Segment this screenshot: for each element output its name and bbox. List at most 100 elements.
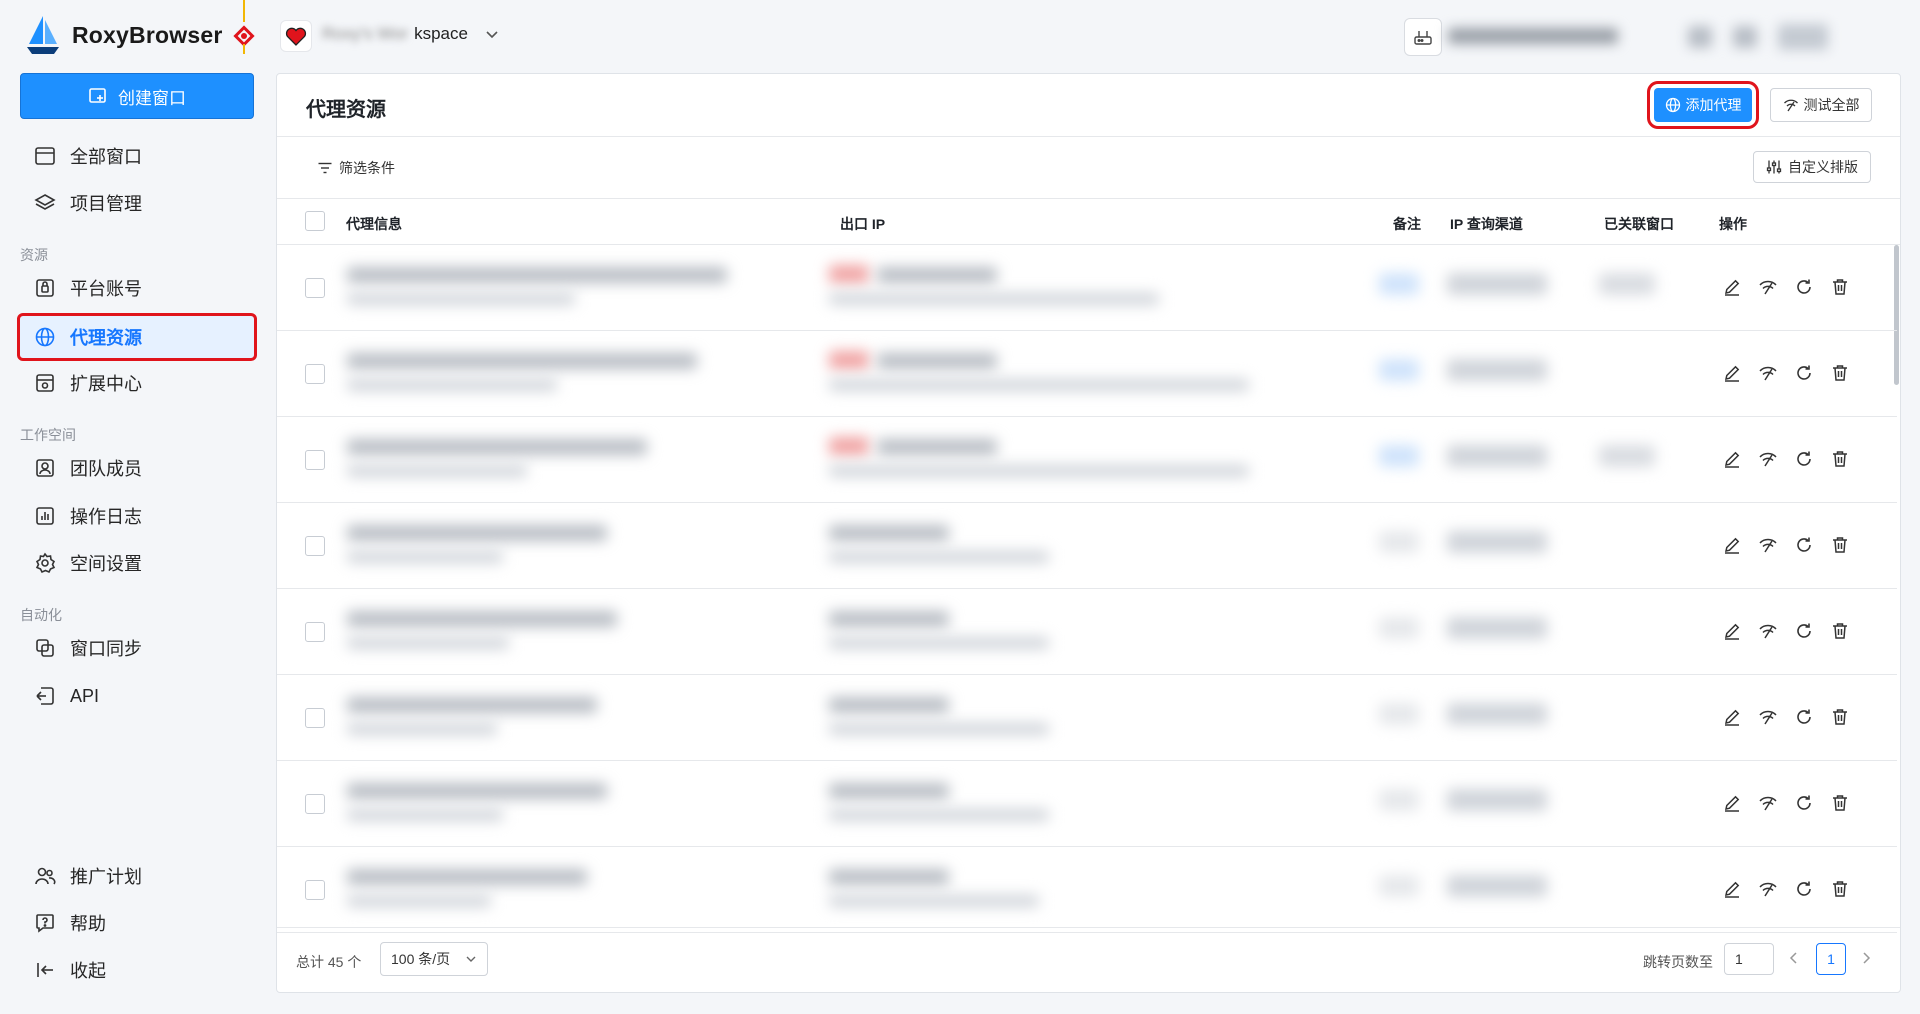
- column-ip-query-channel[interactable]: IP 查询渠道: [1450, 214, 1523, 234]
- users-icon: [35, 867, 56, 885]
- exit-ip-cell: [829, 525, 949, 541]
- test-proxy-button[interactable]: [1756, 447, 1780, 471]
- remark-cell: [1379, 789, 1419, 811]
- sidebar-item-all-windows[interactable]: 全部窗口: [20, 135, 254, 177]
- column-exit-ip[interactable]: 出口 IP: [840, 214, 885, 234]
- sidebar-item-referral[interactable]: 推广计划: [20, 855, 254, 897]
- layers-icon: [34, 194, 56, 210]
- row-checkbox[interactable]: [305, 622, 325, 642]
- router-button[interactable]: [1404, 18, 1442, 56]
- test-proxy-button[interactable]: [1756, 533, 1780, 557]
- create-window-label: 创建窗口: [118, 88, 186, 108]
- row-actions: [1720, 705, 1852, 729]
- column-remark[interactable]: 备注: [1393, 214, 1421, 234]
- sidebar-item-api[interactable]: API: [20, 675, 254, 717]
- refresh-button[interactable]: [1792, 447, 1816, 471]
- test-proxy-button[interactable]: [1756, 877, 1780, 901]
- row-checkbox[interactable]: [305, 708, 325, 728]
- test-proxy-button[interactable]: [1756, 705, 1780, 729]
- table-row[interactable]: [277, 847, 1897, 933]
- sidebar-item-projects[interactable]: 项目管理: [20, 182, 254, 224]
- sidebar-item-team-members[interactable]: 团队成员: [20, 447, 254, 489]
- sidebar-item-extensions[interactable]: 扩展中心: [20, 362, 254, 404]
- delete-button[interactable]: [1828, 447, 1852, 471]
- row-checkbox[interactable]: [305, 794, 325, 814]
- sidebar-item-platform-accounts[interactable]: 平台账号: [20, 267, 254, 309]
- next-page-button[interactable]: [1859, 949, 1879, 969]
- test-proxy-button[interactable]: [1756, 361, 1780, 385]
- test-proxy-button[interactable]: [1756, 275, 1780, 299]
- account-info-blurred: [1448, 22, 1828, 52]
- delete-button[interactable]: [1828, 619, 1852, 643]
- table-row[interactable]: [277, 245, 1897, 331]
- signal-test-icon: [1759, 366, 1777, 381]
- delete-button[interactable]: [1828, 275, 1852, 299]
- edit-button[interactable]: [1720, 705, 1744, 729]
- refresh-button[interactable]: [1792, 533, 1816, 557]
- column-linked-windows[interactable]: 已关联窗口: [1604, 214, 1674, 234]
- add-proxy-button[interactable]: 添加代理: [1647, 81, 1759, 129]
- table-row[interactable]: [277, 675, 1897, 761]
- edit-icon: [1725, 881, 1740, 898]
- linked-windows-cell: [1599, 445, 1655, 467]
- table-row[interactable]: [277, 503, 1897, 589]
- refresh-icon: [1797, 881, 1811, 896]
- table-row[interactable]: [277, 589, 1897, 675]
- edit-button[interactable]: [1720, 275, 1744, 299]
- prev-page-button[interactable]: [1787, 949, 1807, 969]
- refresh-button[interactable]: [1792, 619, 1816, 643]
- test-proxy-button[interactable]: [1756, 619, 1780, 643]
- page-number-current[interactable]: 1: [1816, 943, 1846, 975]
- row-actions: [1720, 275, 1852, 299]
- refresh-button[interactable]: [1792, 791, 1816, 815]
- delete-button[interactable]: [1828, 705, 1852, 729]
- exit-ip-cell: [829, 697, 949, 713]
- sidebar: RoxyBrowser 创建窗口 全部窗口 项目管理 资源 平台账号 代理资源: [0, 0, 272, 1014]
- refresh-button[interactable]: [1792, 705, 1816, 729]
- total-count: 总计 45 个: [296, 954, 362, 970]
- ip-channel-cell: [1447, 789, 1547, 811]
- filter-button[interactable]: 筛选条件: [317, 158, 395, 178]
- edit-button[interactable]: [1720, 877, 1744, 901]
- edit-button[interactable]: [1720, 447, 1744, 471]
- jump-page-input[interactable]: 1: [1724, 943, 1774, 975]
- column-proxy-info[interactable]: 代理信息: [346, 214, 402, 234]
- row-checkbox[interactable]: [305, 536, 325, 556]
- api-icon: [36, 687, 54, 705]
- table-row[interactable]: [277, 417, 1897, 503]
- test-all-button[interactable]: 测试全部: [1770, 88, 1872, 122]
- select-all-checkbox[interactable]: [305, 211, 325, 231]
- delete-button[interactable]: [1828, 791, 1852, 815]
- edit-button[interactable]: [1720, 619, 1744, 643]
- refresh-button[interactable]: [1792, 361, 1816, 385]
- sidebar-item-help[interactable]: 帮助: [20, 902, 254, 944]
- custom-layout-button[interactable]: 自定义排版: [1753, 151, 1871, 183]
- sidebar-item-operation-log[interactable]: 操作日志: [20, 495, 254, 537]
- trash-icon: [1833, 709, 1847, 725]
- edit-button[interactable]: [1720, 533, 1744, 557]
- refresh-button[interactable]: [1792, 275, 1816, 299]
- refresh-button[interactable]: [1792, 877, 1816, 901]
- sidebar-item-space-settings[interactable]: 空间设置: [20, 542, 254, 584]
- row-checkbox[interactable]: [305, 450, 325, 470]
- row-checkbox[interactable]: [305, 364, 325, 384]
- edit-button[interactable]: [1720, 791, 1744, 815]
- sidebar-collapse-button[interactable]: 收起: [20, 949, 254, 991]
- page-size-select[interactable]: 100 条/页: [380, 942, 488, 976]
- gear-icon: [35, 552, 56, 574]
- test-proxy-button[interactable]: [1756, 791, 1780, 815]
- edit-button[interactable]: [1720, 361, 1744, 385]
- brand[interactable]: RoxyBrowser: [24, 14, 222, 56]
- row-checkbox[interactable]: [305, 278, 325, 298]
- create-window-button[interactable]: 创建窗口: [20, 73, 254, 119]
- delete-button[interactable]: [1828, 361, 1852, 385]
- table-row[interactable]: [277, 331, 1897, 417]
- sidebar-item-window-sync[interactable]: 窗口同步: [20, 627, 254, 669]
- sidebar-item-proxy-resources[interactable]: 代理资源: [17, 313, 257, 361]
- table-row[interactable]: [277, 761, 1897, 847]
- row-checkbox[interactable]: [305, 880, 325, 900]
- delete-button[interactable]: [1828, 877, 1852, 901]
- workspace-avatar[interactable]: [280, 20, 312, 52]
- workspace-switcher[interactable]: Roxy's Wor kspace: [322, 24, 500, 44]
- delete-button[interactable]: [1828, 533, 1852, 557]
